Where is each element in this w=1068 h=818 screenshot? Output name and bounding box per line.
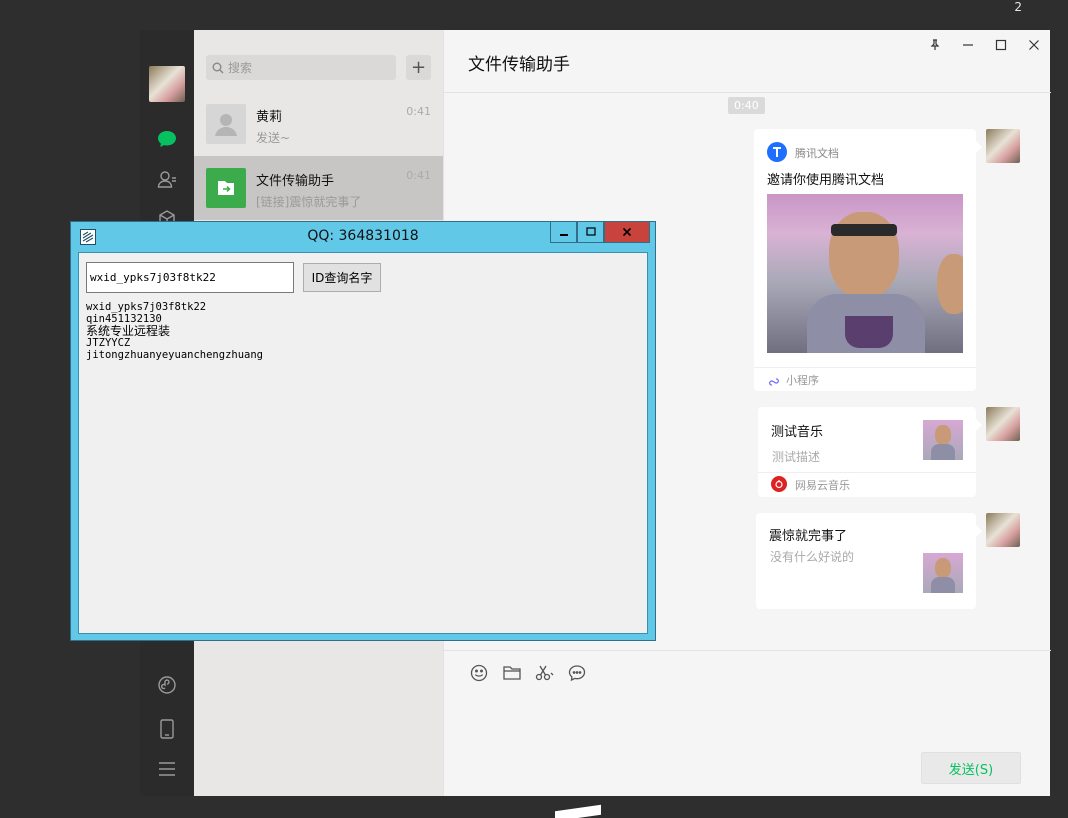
music-card[interactable]: 测试音乐 测试描述 网易云音乐 [758,407,982,497]
menu-icon[interactable] [154,756,180,782]
chat-title: 文件传输助手 [468,55,570,75]
window-client-area: ID查询名字 wxid_ypks7j03f8tk22 qin451132130 … [78,252,648,634]
send-button[interactable]: 发送(S) [921,752,1021,784]
tencent-docs-icon [767,142,787,162]
chat-time: 0:41 [406,105,431,118]
chat-preview: [链接]震惊就完事了 [256,195,362,209]
card-thumbnail-image [767,194,963,353]
window-titlebar[interactable]: QQ: 364831018 [71,222,655,251]
link-card[interactable]: 震惊就完事了 没有什么好说的 [756,513,982,609]
card-source: 腾讯文档 [795,147,839,160]
chat-time: 0:41 [406,169,431,182]
link-desc: 没有什么好说的 [770,550,855,564]
search-icon [212,62,224,73]
chat-list-item-active[interactable]: 文件传输助手 [链接]震惊就完事了 0:41 [194,156,443,220]
chat-icon[interactable] [154,126,180,152]
link-thumbnail-image [923,553,963,593]
time-separator: 0:40 [728,97,765,114]
card-footer: 小程序 [786,374,819,387]
chat-preview: 发送~ [256,131,291,145]
chat-list-item[interactable]: 黄莉 发送~ 0:41 [194,92,443,156]
minimize-icon[interactable] [550,222,577,243]
sender-avatar[interactable] [986,513,1020,547]
music-thumbnail-image [923,420,963,460]
netease-music-icon [771,476,787,492]
screenshot-scissors-icon[interactable] [534,662,556,684]
phone-icon[interactable] [154,716,180,742]
add-chat-button[interactable]: + [406,55,431,80]
sender-avatar[interactable] [986,129,1020,163]
mini-program-icon[interactable] [154,672,180,698]
maximize-icon[interactable] [988,34,1014,56]
sender-avatar[interactable] [986,407,1020,441]
mini-program-card[interactable]: 腾讯文档 邀请你使用腾讯文档 小程序 [754,129,982,392]
result-line: jitongzhuanyeyuanchengzhuang [86,349,264,361]
link-title: 震惊就完事了 [769,529,848,544]
query-name-button[interactable]: ID查询名字 [303,263,381,292]
result-line: JTZYYCZ [86,337,131,349]
file-transfer-icon [206,168,246,208]
default-avatar [206,104,246,144]
wxid-input[interactable] [86,262,294,293]
music-title: 测试音乐 [771,425,824,440]
user-avatar[interactable] [149,66,185,102]
mini-program-icon [768,373,780,392]
minimize-icon[interactable] [955,34,981,56]
music-desc: 测试描述 [772,450,821,464]
result-line: 系统专业远程装 [86,324,171,338]
query-result-text: wxid_ypks7j03f8tk22 qin451132130 系统专业远程装… [86,301,263,361]
emoji-icon[interactable] [468,662,490,684]
maximize-icon[interactable] [577,222,604,243]
contacts-icon[interactable] [154,166,180,192]
close-icon[interactable] [604,222,650,243]
chat-history-icon[interactable] [566,662,588,684]
taskbar-counter: 2 [1014,0,1022,14]
title-divider [444,92,1051,93]
chat-name: 黄莉 [256,110,283,125]
music-footer: 网易云音乐 [795,479,850,492]
chat-name: 文件传输助手 [256,174,335,189]
search-box[interactable] [206,55,396,80]
toolbar-divider [444,650,1051,651]
folder-icon[interactable] [501,662,523,684]
result-line: wxid_ypks7j03f8tk22 [86,301,207,313]
pin-icon[interactable] [922,34,948,56]
close-icon[interactable] [1021,34,1047,56]
desktop-decoration [555,804,601,818]
search-input[interactable] [228,60,388,75]
id-lookup-window: QQ: 364831018 ID查询名字 wxid_ypks7j03f8tk22… [70,221,656,641]
card-title: 邀请你使用腾讯文档 [767,173,885,188]
